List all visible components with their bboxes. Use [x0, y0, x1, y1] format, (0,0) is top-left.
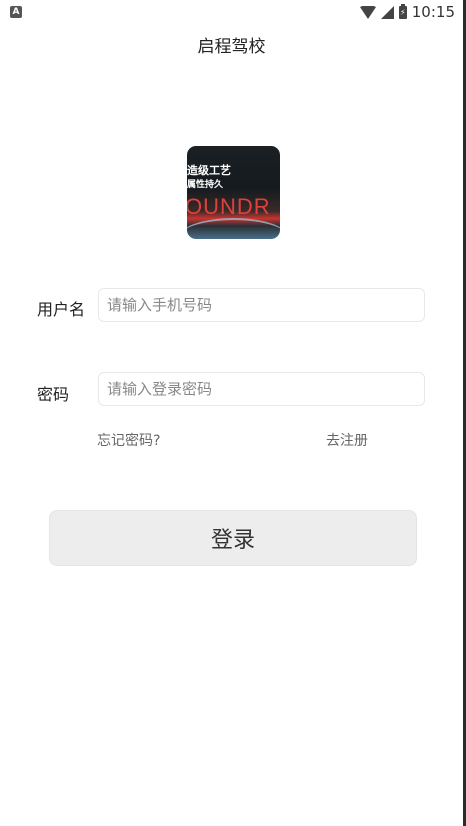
- status-bar: A ⚡ 10:15: [0, 0, 463, 24]
- logo-arc-decoration: [187, 218, 280, 239]
- notification-icon: A: [10, 6, 22, 18]
- logo-big-text: OUNDR: [187, 194, 271, 219]
- page-title: 启程驾校: [197, 37, 266, 57]
- forgot-password-link[interactable]: 忘记密码?: [97, 430, 160, 450]
- login-button[interactable]: 登录: [49, 510, 417, 566]
- register-link[interactable]: 去注册: [326, 430, 368, 450]
- signal-icon: [380, 5, 394, 19]
- wifi-icon: [359, 5, 376, 19]
- username-label: 用户名: [37, 300, 86, 319]
- logo-text-line2: 属性持久: [187, 180, 224, 190]
- battery-icon: ⚡: [398, 3, 407, 19]
- username-input[interactable]: [98, 288, 425, 322]
- logo-text-line1: 造级工艺: [187, 164, 231, 177]
- status-time: 10:15: [411, 3, 455, 21]
- status-icons: ⚡ 10:15: [359, 2, 455, 22]
- password-input[interactable]: [98, 372, 425, 406]
- password-label: 密码: [37, 385, 70, 404]
- app-logo: 造级工艺 属性持久 OUNDR: [187, 146, 280, 239]
